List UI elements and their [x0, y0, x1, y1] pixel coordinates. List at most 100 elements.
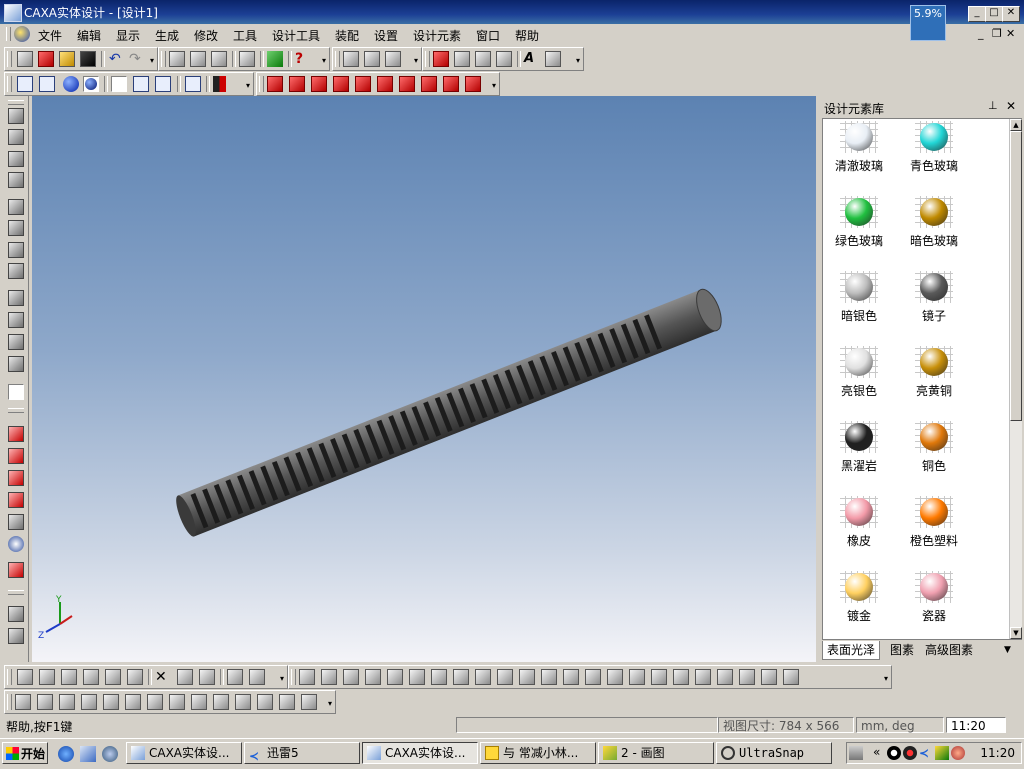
maximize-button[interactable]: □ — [985, 6, 1003, 22]
horizontal-icon[interactable] — [103, 694, 119, 710]
doc-icon[interactable] — [14, 26, 30, 42]
polyline-icon[interactable] — [321, 669, 337, 685]
scroll-down-button[interactable]: ▼ — [1010, 627, 1022, 639]
walk-icon[interactable] — [8, 151, 24, 167]
trim-icon[interactable] — [83, 669, 99, 685]
mirror-icon[interactable] — [105, 669, 121, 685]
zoom-window-icon[interactable] — [8, 220, 24, 236]
open-icon[interactable] — [38, 51, 54, 67]
material-item[interactable]: 橡皮 — [823, 496, 895, 566]
material-item[interactable]: 清澈玻璃 — [823, 121, 895, 191]
dimension-icon[interactable] — [235, 694, 251, 710]
perspective-icon[interactable] — [111, 76, 127, 92]
chevron-down-icon[interactable]: ▾ — [882, 672, 890, 686]
symmetric-icon[interactable] — [191, 694, 207, 710]
text-feature-icon[interactable] — [8, 562, 24, 578]
camera-target-icon[interactable] — [8, 312, 24, 328]
toolbar-grip[interactable] — [259, 76, 264, 92]
ellipse-icon[interactable] — [519, 669, 535, 685]
curve-edit-icon[interactable] — [387, 669, 403, 685]
menu-help[interactable]: 帮助 — [515, 27, 539, 44]
design-icon[interactable] — [343, 51, 359, 67]
tab-shapes[interactable]: 图素 — [886, 641, 918, 659]
task-caxa-1[interactable]: CAXA实体设... — [126, 742, 242, 764]
keyboard-icon[interactable] — [849, 746, 863, 760]
toolbar-grip[interactable] — [161, 51, 166, 67]
loft-icon[interactable] — [8, 536, 24, 552]
tab-surface-finish[interactable]: 表面光泽 — [822, 641, 881, 660]
circle-icon[interactable] — [497, 669, 513, 685]
menu-edit[interactable]: 编辑 — [77, 27, 101, 44]
break-icon[interactable] — [199, 669, 215, 685]
mirror-sketch-icon[interactable] — [651, 669, 667, 685]
hatch-icon[interactable] — [783, 669, 799, 685]
select-assembly-icon[interactable] — [399, 76, 415, 92]
material-item[interactable]: 亮银色 — [823, 346, 895, 416]
scroll-thumb[interactable] — [1010, 131, 1022, 421]
task-paint[interactable]: 2 - 画图 — [598, 742, 714, 764]
chevron-down-icon[interactable]: ▾ — [574, 54, 582, 68]
toolbar-grip[interactable] — [8, 590, 24, 595]
fix-icon[interactable] — [213, 694, 229, 710]
assembly-icon[interactable] — [364, 51, 380, 67]
offset-icon[interactable] — [227, 669, 243, 685]
arrange-icon[interactable] — [249, 669, 265, 685]
select-group-icon[interactable] — [421, 76, 437, 92]
close-button[interactable]: ✕ — [1002, 6, 1020, 22]
scroll-up-button[interactable]: ▲ — [1010, 119, 1022, 131]
rect-icon[interactable] — [431, 669, 447, 685]
chevron-down-icon[interactable]: ▾ — [490, 79, 498, 93]
polygon-icon[interactable] — [475, 669, 491, 685]
toolbar-grip[interactable] — [7, 694, 12, 710]
copy-icon[interactable] — [190, 51, 206, 67]
chevron-down-icon[interactable]: ▾ — [412, 54, 420, 68]
select-filter-icon[interactable] — [465, 76, 481, 92]
menu-design-elements[interactable]: 设计元素 — [413, 27, 461, 44]
point-icon[interactable] — [409, 669, 425, 685]
material-item[interactable]: 亮黄铜 — [898, 346, 970, 416]
spline-icon[interactable] — [365, 669, 381, 685]
qq-icon[interactable] — [887, 746, 901, 760]
light-icon[interactable] — [213, 76, 229, 92]
align-icon[interactable] — [279, 694, 295, 710]
circle-sketch-icon[interactable] — [61, 669, 77, 685]
project-icon[interactable] — [695, 669, 711, 685]
start-button[interactable]: 开始 — [2, 742, 48, 764]
equal-icon[interactable] — [169, 694, 185, 710]
viewport[interactable]: Y Z — [32, 96, 816, 662]
corner2-icon[interactable] — [761, 669, 777, 685]
panel-close-icon[interactable]: ✕ — [1006, 99, 1016, 113]
model-canvas[interactable]: Y Z — [32, 96, 816, 662]
mdi-close-button[interactable]: ✕ — [1006, 27, 1015, 40]
curve-icon[interactable] — [475, 51, 491, 67]
center-icon[interactable] — [8, 263, 24, 279]
smart-render-icon[interactable] — [8, 384, 24, 400]
redo-icon[interactable]: ↷ — [129, 51, 145, 67]
snap-icon[interactable] — [15, 694, 31, 710]
grid-icon[interactable] — [17, 669, 33, 685]
diamond-icon[interactable] — [453, 669, 469, 685]
material-item[interactable]: 铜色 — [898, 421, 970, 491]
material-item[interactable]: 暗色玻璃 — [898, 196, 970, 266]
offset-sketch-icon[interactable] — [673, 669, 689, 685]
task-xunlei[interactable]: ≺ 迅雷5 — [244, 742, 360, 764]
task-ultrasnap[interactable]: UltraSnap — [716, 742, 832, 764]
menu-tools[interactable]: 工具 — [233, 27, 257, 44]
menu-view[interactable]: 显示 — [116, 27, 140, 44]
tabs-menu-icon[interactable]: ▼ — [1000, 641, 1015, 659]
toolbar-grip[interactable] — [7, 51, 12, 67]
coincident-icon[interactable] — [125, 694, 141, 710]
toolbar-grip[interactable] — [8, 100, 24, 105]
perpendicular-icon[interactable] — [81, 694, 97, 710]
camera-icon[interactable] — [8, 290, 24, 306]
rectangle-sketch-icon[interactable] — [8, 448, 24, 464]
material-item[interactable]: 橙色塑料 — [898, 496, 970, 566]
menu-file[interactable]: 文件 — [38, 27, 62, 44]
select-feature-icon[interactable] — [355, 76, 371, 92]
ie-icon[interactable] — [58, 746, 74, 762]
chevron-down-icon[interactable]: ▾ — [244, 79, 252, 93]
move-icon[interactable] — [433, 51, 449, 67]
select-face-icon[interactable] — [267, 76, 283, 92]
chevron-down-icon[interactable]: ▾ — [148, 54, 156, 68]
qq-icon[interactable] — [903, 746, 917, 760]
